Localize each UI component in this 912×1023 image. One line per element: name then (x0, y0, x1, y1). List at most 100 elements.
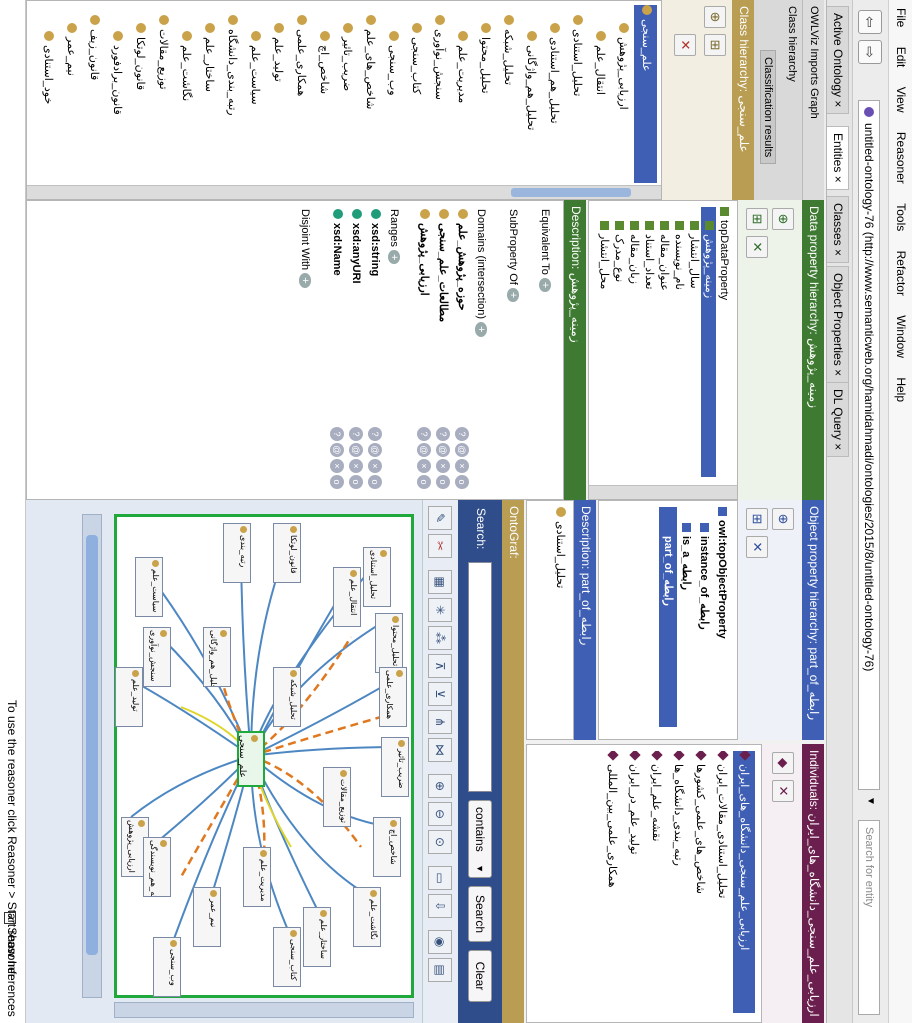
dataprop-tree-item[interactable]: عنوان_مقاله (656, 207, 671, 477)
menu-reasoner[interactable]: Reasoner (894, 124, 912, 192)
zoom-in-icon[interactable]: ⊕ (428, 774, 452, 798)
dataprop-tree-item[interactable]: محل_انتشار (596, 207, 611, 477)
ontograf-h-scrollbar[interactable] (82, 514, 102, 998)
node-tooltip-icon[interactable]: ▭ (428, 866, 452, 890)
row-action-icon[interactable]: o (436, 475, 450, 489)
menu-refactor[interactable]: Refactor (894, 243, 912, 304)
graph-node[interactable]: ضریب_تاثیر (381, 737, 409, 797)
tab-classes[interactable]: Classes × (827, 196, 849, 264)
vertical-tree-icon[interactable]: ⋈ (428, 738, 452, 762)
row-action-icon[interactable]: × (330, 459, 344, 473)
individual-item[interactable]: همکاری_علمی_بین_المللی (601, 751, 623, 1013)
row-action-icon[interactable]: o (330, 475, 344, 489)
graph-node[interactable]: تحلیل_هم_واژگانی (203, 627, 231, 687)
ontology-selector[interactable]: untitled-ontology-76 (http://www.semanti… (858, 100, 880, 790)
graph-node[interactable]: تولید_علم (115, 667, 143, 727)
row-action-icon[interactable]: o (368, 475, 382, 489)
delete-property-icon[interactable]: ✕ (746, 236, 768, 258)
class-tree-item[interactable]: قانون_زیف (82, 5, 105, 183)
row-action-icon[interactable]: ? (436, 427, 450, 441)
class-tree-item[interactable]: خود_استنادی (36, 5, 59, 183)
dataprop-tree-item[interactable]: نوع_مدرک (611, 207, 626, 477)
individual-item[interactable]: نقشه_علم_ایران (645, 751, 667, 1013)
domain-item[interactable]: مطالعات_علم_سنجی ? @ × o (433, 209, 452, 491)
class-tree-item[interactable]: تحلیل_استنادی (565, 5, 588, 183)
class-tree-item[interactable]: علم_سنجی (634, 5, 657, 183)
domain-item[interactable]: ارزیابی_پژوهش ? @ × o (414, 209, 433, 491)
ontograf-v-scrollbar[interactable] (114, 1002, 414, 1018)
add-sibling-property-icon[interactable]: ⊞ (746, 508, 768, 530)
row-action-icon[interactable]: ? (330, 427, 344, 441)
dataprop-tree-item[interactable]: topDataProperty (716, 207, 731, 477)
range-item[interactable]: xsd:anyURI ? @ × o (346, 209, 365, 491)
delete-class-icon[interactable]: ✕ (674, 34, 696, 56)
graph-node[interactable]: همکاری_علمی (379, 667, 407, 727)
row-action-icon[interactable]: o (349, 475, 363, 489)
row-action-icon[interactable]: @ (417, 443, 431, 457)
objprop-tree-item[interactable]: owl:topObjectProperty (713, 507, 731, 727)
class-tree-item[interactable]: رتبه_بندی_دانشگاه (220, 5, 243, 183)
grid-layout-icon[interactable]: ▦ (428, 570, 452, 594)
graph-node[interactable]: کتاب_سنجی (273, 927, 301, 987)
class-tree-item[interactable]: ارزیابی_پژوهش (611, 5, 634, 183)
dataprop-tree-item[interactable]: زمینه_پژوهش (701, 207, 716, 477)
graph-node[interactable]: انتقال_علم (333, 567, 361, 627)
class-tree-item[interactable]: ضریب_تاثیر (335, 5, 358, 183)
ontograf-search-input[interactable] (468, 562, 492, 792)
tree-layout-icon[interactable]: ⊼ (428, 654, 452, 678)
description-item[interactable]: تحلیل_استنادی (554, 507, 567, 733)
pin-icon[interactable]: ✎ (428, 506, 452, 530)
tree-layout-alt-icon[interactable]: ⊻ (428, 682, 452, 706)
tab-object-properties[interactable]: Object Properties × (827, 266, 849, 384)
subtab-imports[interactable]: Imports Graph (808, 48, 820, 118)
graph-node[interactable]: شبکه_هم_نویسندگی (143, 837, 171, 897)
individual-item[interactable]: ارزیابی_علم_سنجی_دانشگاه_های_ایران (733, 751, 755, 1013)
ontograf-clear-button[interactable]: Clear (468, 950, 492, 1002)
match-mode-select[interactable]: contains ▼ (468, 800, 492, 878)
row-action-icon[interactable]: × (349, 459, 363, 473)
class-tree-item[interactable]: سیاست_علم (243, 5, 266, 183)
menu-help[interactable]: Help (894, 369, 912, 410)
graph-node[interactable]: تحلیل_شبکه (273, 667, 301, 727)
range-item[interactable]: xsd:Name ? @ × o (327, 209, 346, 491)
domain-item[interactable]: حوزه_پژوهش_علم ? @ × o (452, 209, 471, 491)
subtab-owlviz[interactable]: OWLViz (808, 6, 820, 45)
class-tree-item[interactable]: قانون_لوتکا (128, 5, 151, 183)
delete-property-icon[interactable]: ✕ (746, 536, 768, 558)
export-icon[interactable]: ▤ (428, 958, 452, 982)
class-tree-item[interactable]: تولید_علم (266, 5, 289, 183)
add-icon[interactable]: + (475, 322, 487, 337)
objprop-tree-item[interactable]: part_of_رابطه (659, 507, 677, 727)
add-individual-icon[interactable]: ◆ (772, 752, 794, 774)
row-action-icon[interactable]: @ (330, 443, 344, 457)
graph-node[interactable]: قانون_لوتکا (273, 523, 301, 583)
individual-item[interactable]: تولید_علم_در_ایران (623, 751, 645, 1013)
graph-node[interactable]: نگاشت_علم (353, 887, 381, 947)
dataprop-tree-item[interactable]: تعداد_استناد (641, 207, 656, 477)
class-tree-item[interactable]: مدیریت_علم (450, 5, 473, 183)
scissors-icon[interactable]: ✂ (428, 534, 452, 558)
add-icon[interactable]: + (507, 287, 519, 303)
dropdown-arrow-icon[interactable]: ▼ (865, 796, 876, 806)
row-action-icon[interactable]: o (417, 475, 431, 489)
individual-item[interactable]: شاخص_های_علمی_کشورها (689, 751, 711, 1013)
class-tree-item[interactable]: انتقال_علم (588, 5, 611, 183)
class-tree-item[interactable]: سنجش_نوآوری (427, 5, 450, 183)
graph-node[interactable]: تحلیل_استنادی (363, 547, 391, 607)
tab-active-ontology[interactable]: Active Ontology × (827, 6, 849, 115)
class-tree-scrollbar[interactable] (27, 185, 661, 199)
graph-node[interactable]: وب_سنجی (153, 937, 181, 997)
graph-node[interactable]: شاخص_اچ (373, 817, 401, 877)
graph-node[interactable]: توزیع_مقالات (323, 767, 351, 827)
horizontal-tree-icon[interactable]: ⋔ (428, 710, 452, 734)
show-inferences-checkbox[interactable]: ✓ Show Inferences (4, 912, 19, 1017)
back-arrow-icon[interactable]: ⇦ (858, 10, 882, 34)
class-tree-item[interactable]: تحلیل_محتوا (473, 5, 496, 183)
row-action-icon[interactable]: × (417, 459, 431, 473)
row-action-icon[interactable]: ? (455, 427, 469, 441)
add-icon[interactable]: + (388, 249, 400, 265)
graph-node[interactable]: رتبه_بندی (223, 523, 251, 583)
graph-node[interactable]: مدیریت_علم (243, 847, 271, 907)
radial-layout-icon[interactable]: ✳ (428, 598, 452, 622)
class-tree-item[interactable]: تحلیل_هم_استنادی (542, 5, 565, 183)
